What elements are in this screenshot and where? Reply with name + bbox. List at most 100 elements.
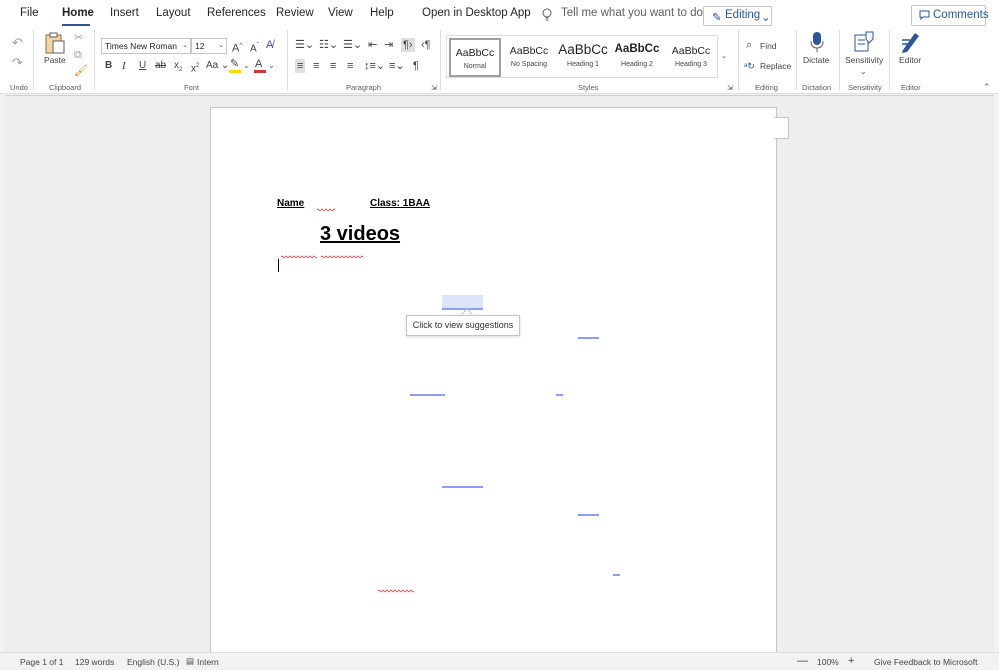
lightbulb-icon [542, 8, 552, 21]
undo-icon[interactable]: ↶ [12, 36, 23, 50]
menu-help[interactable]: Help [370, 7, 394, 19]
numbering-icon[interactable]: ☷⌄ [319, 38, 338, 52]
bold-icon[interactable]: B [105, 59, 112, 73]
spelling-squiggle[interactable] [317, 208, 335, 212]
paste-label[interactable]: Paste [44, 55, 66, 65]
format-painter-icon[interactable]: 🖌 [74, 64, 88, 78]
paragraph-spacing-icon[interactable]: ≡⌄ [389, 59, 405, 73]
font-name-dropdown[interactable]: Times New Roman ⌄ [101, 38, 191, 54]
spelling-squiggle[interactable] [378, 589, 414, 593]
replace-button[interactable]: Replace [760, 61, 791, 71]
style-no-spacing[interactable]: AaBbCc No Spacing [503, 38, 555, 77]
sensitivity-button[interactable]: Sensitivity [845, 55, 883, 65]
editor-icon[interactable] [900, 30, 922, 54]
align-center-icon[interactable]: ≡ [313, 59, 319, 73]
change-case-button[interactable]: Aa ⌄ [206, 59, 229, 73]
editing-mode-button[interactable]: ✎ Editing ⌄ [703, 6, 772, 26]
suggestion-underline[interactable] [556, 394, 563, 396]
menu-file[interactable]: File [20, 7, 39, 19]
styles-more-icon[interactable]: ⌄ [720, 37, 728, 77]
shrink-font-icon[interactable]: Aˇ [250, 39, 259, 56]
sensitivity-icon[interactable] [854, 31, 874, 53]
chevron-down-icon[interactable]: ⌄ [243, 59, 250, 73]
zoom-level[interactable]: 100% [817, 657, 839, 667]
suggestions-tooltip[interactable]: Click to view suggestions [406, 315, 520, 336]
clear-formatting-icon[interactable]: A̸ [266, 38, 273, 52]
style-normal[interactable]: AaBbCc Normal [449, 38, 501, 77]
multilevel-list-icon[interactable]: ☰⌄ [343, 38, 362, 52]
suggestion-underline[interactable] [578, 337, 599, 339]
bullets-icon[interactable]: ☰⌄ [295, 38, 314, 52]
sensitivity-status[interactable]: Intern [197, 657, 219, 667]
font-size-value: 12 [195, 41, 205, 51]
collapse-ribbon-icon[interactable]: ⌃ [983, 82, 991, 93]
microphone-icon[interactable] [809, 31, 825, 53]
style-heading-3[interactable]: AaBbCc Heading 3 [665, 38, 717, 77]
underline-icon[interactable]: U [139, 59, 146, 73]
spelling-squiggle[interactable] [281, 255, 365, 259]
replace-icon[interactable]: ᵃ↻ [744, 59, 755, 73]
suggestion-underline[interactable] [442, 486, 483, 488]
style-name: Heading 2 [621, 61, 653, 68]
align-left-icon[interactable]: ≡ [295, 59, 306, 73]
document-canvas[interactable]: Name Class: 1BAA 3 videos Click to view … [5, 95, 994, 667]
word-count[interactable]: 129 words [75, 657, 114, 667]
language-indicator[interactable]: English (U.S.) [127, 657, 179, 667]
chevron-down-icon[interactable]: ⌄ [860, 65, 867, 79]
rtl-icon[interactable]: ‹¶ [421, 38, 431, 52]
group-label-sensitivity: Sensitivity [848, 83, 882, 92]
decrease-indent-icon[interactable]: ⇤ [368, 38, 377, 52]
show-formatting-icon[interactable]: ¶ [413, 59, 419, 73]
grow-font-icon[interactable]: A^ [232, 39, 242, 56]
page-count[interactable]: Page 1 of 1 [20, 657, 63, 667]
menu-layout[interactable]: Layout [156, 7, 191, 19]
tell-me-search[interactable]: Tell me what you want to do [561, 7, 703, 19]
feedback-link[interactable]: Give Feedback to Microsoft [874, 657, 977, 667]
font-size-dropdown[interactable]: 12 ⌄ [191, 38, 227, 54]
editor-button[interactable]: Editor [899, 55, 921, 65]
styles-dialog-icon[interactable]: ⇲ [727, 82, 733, 96]
menu-view[interactable]: View [328, 7, 353, 19]
justify-icon[interactable]: ≡ [347, 59, 353, 73]
chevron-down-icon[interactable]: ⌄ [268, 59, 275, 73]
menu-review[interactable]: Review [276, 7, 314, 19]
suggestion-underline[interactable] [410, 394, 445, 396]
editing-mode-label: Editing [725, 9, 761, 21]
subscript-icon[interactable]: x2 [174, 59, 182, 77]
class-label[interactable]: Class: 1BAA [370, 198, 430, 209]
suggestion-highlight[interactable] [442, 295, 483, 310]
font-color-icon[interactable]: A [255, 57, 262, 71]
suggestion-underline[interactable] [578, 514, 599, 516]
style-heading-1[interactable]: AaBbCc Heading 1 [557, 38, 609, 77]
highlight-color-icon[interactable]: ✎ [230, 57, 239, 71]
increase-indent-icon[interactable]: ⇥ [384, 38, 393, 52]
status-bar: Page 1 of 1 129 words English (U.S.) ▤ I… [0, 652, 999, 670]
paste-icon[interactable] [44, 31, 66, 55]
dictate-button[interactable]: Dictate [803, 55, 829, 65]
style-heading-2[interactable]: AaBbCc Heading 2 [611, 38, 663, 77]
find-button[interactable]: Find [760, 41, 777, 51]
open-desktop-app-link[interactable]: Open in Desktop App [422, 7, 531, 19]
strikethrough-icon[interactable]: ab [155, 59, 166, 73]
paragraph-dialog-icon[interactable]: ⇲ [431, 82, 437, 96]
superscript-icon[interactable]: x2 [191, 59, 199, 76]
redo-icon[interactable]: ↷ [12, 56, 23, 70]
line-spacing-icon[interactable]: ↕≡⌄ [364, 59, 385, 73]
zoom-in-icon[interactable]: + [848, 655, 854, 667]
cut-icon[interactable]: ✂ [74, 31, 83, 45]
suggestion-underline[interactable] [613, 574, 620, 576]
document-page[interactable]: Name Class: 1BAA 3 videos Click to view … [210, 107, 777, 667]
copy-icon[interactable]: ⧉ [74, 48, 82, 62]
document-title[interactable]: 3 videos [320, 223, 400, 246]
ltr-icon[interactable]: ¶› [401, 38, 415, 52]
menu-references[interactable]: References [207, 7, 266, 19]
name-label[interactable]: Name [277, 198, 304, 209]
align-right-icon[interactable]: ≡ [330, 59, 336, 73]
italic-icon[interactable]: I [122, 59, 126, 73]
comments-button[interactable]: Comments [911, 5, 989, 26]
search-icon[interactable]: ⌕ [746, 38, 752, 52]
zoom-out-icon[interactable]: — [797, 655, 808, 667]
menu-insert[interactable]: Insert [110, 7, 139, 19]
page-side-tab[interactable] [775, 117, 789, 139]
menu-home[interactable]: Home [62, 7, 94, 19]
